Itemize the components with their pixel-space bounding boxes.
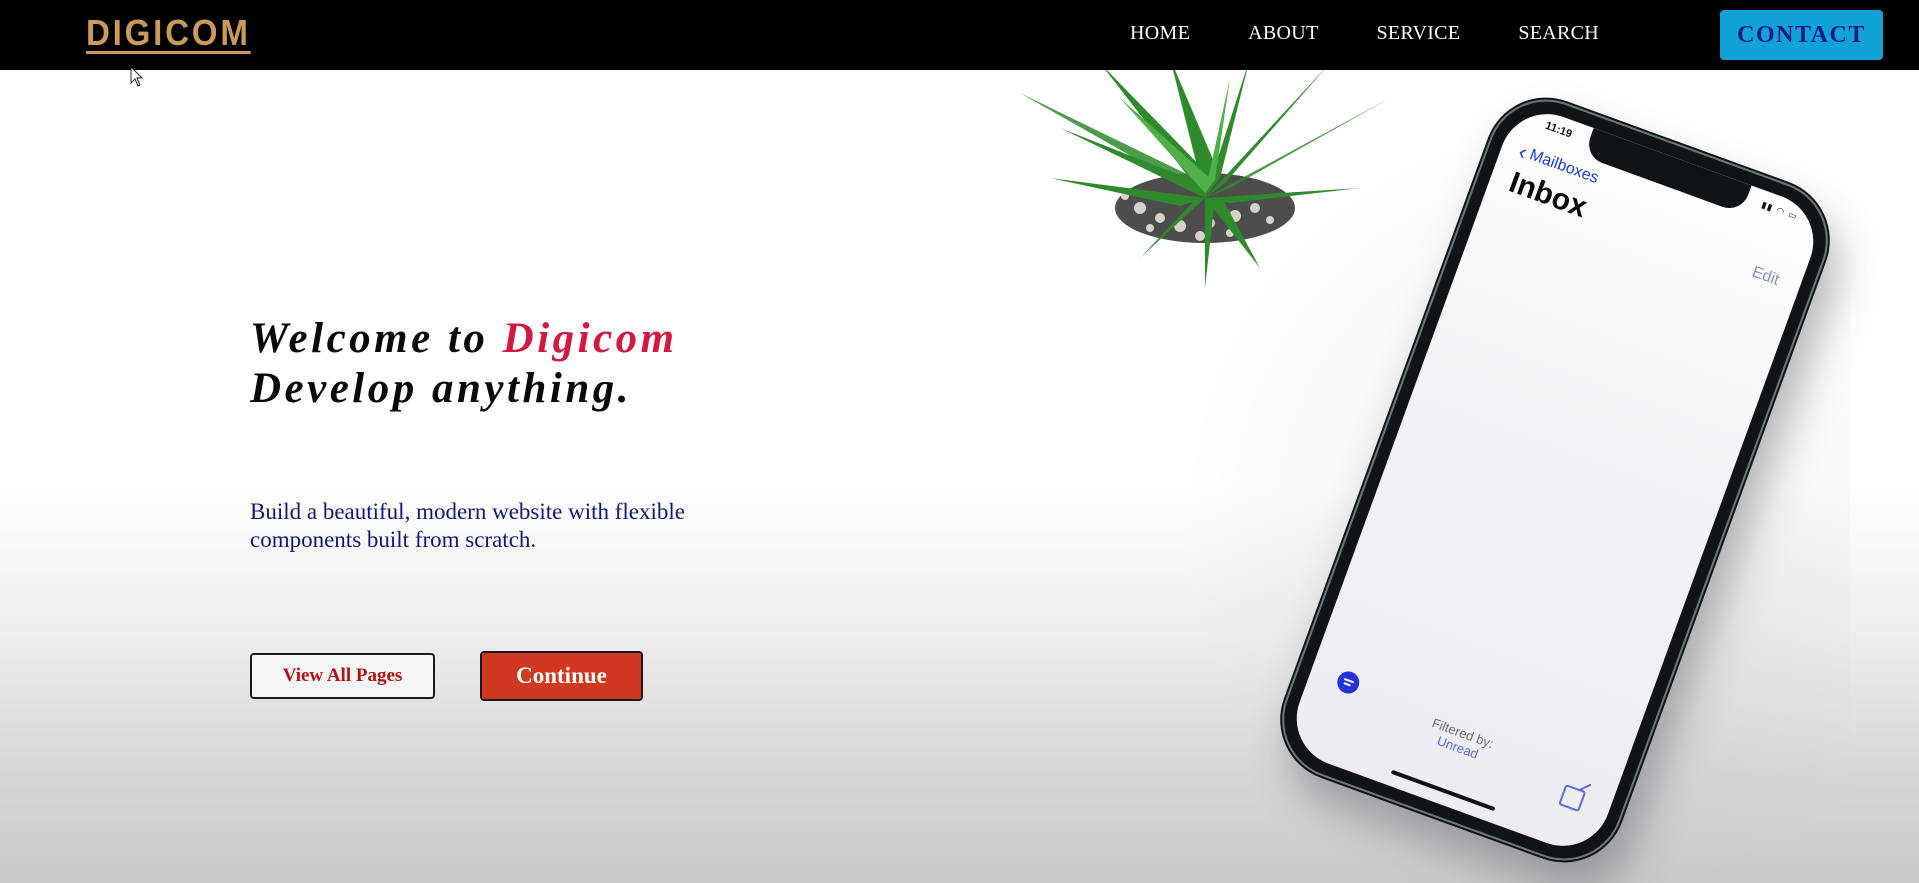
contact-button[interactable]: CONTACT — [1720, 10, 1883, 60]
hero-subtitle: Build a beautiful, modern website with f… — [250, 499, 685, 552]
edit-label: Edit — [1749, 263, 1782, 289]
nav-link-about[interactable]: ABOUT — [1248, 22, 1318, 45]
page: DIGICOM HOME ABOUT SERVICE SEARCH CONTAC… — [0, 0, 1919, 883]
mouse-cursor-icon — [130, 66, 144, 87]
status-icons: ▮▮ ◠ ▭ — [1759, 200, 1799, 223]
logo[interactable]: DIGICOM — [86, 12, 251, 54]
nav-link-search[interactable]: SEARCH — [1518, 22, 1599, 45]
hero-title: Welcome to Digicom Develop anything. — [250, 314, 678, 414]
hero-title-prefix: Welcome to — [250, 315, 503, 362]
chevron-left-icon: ‹ — [1515, 138, 1531, 165]
navbar: DIGICOM HOME ABOUT SERVICE SEARCH CONTAC… — [0, 0, 1919, 70]
hero-title-accent: Digicom — [502, 315, 678, 362]
plant-image — [1020, 58, 1390, 288]
home-indicator — [1390, 769, 1496, 812]
view-all-pages-button[interactable]: View All Pages — [250, 653, 435, 699]
nav-link-service[interactable]: SERVICE — [1376, 22, 1460, 45]
hero-title-line2: Develop anything. — [250, 365, 632, 412]
status-time: 11:19 — [1543, 119, 1574, 141]
nav-link-home[interactable]: HOME — [1130, 22, 1190, 45]
phone-notch — [1583, 128, 1752, 214]
continue-button[interactable]: Continue — [480, 651, 643, 701]
nav-links: HOME ABOUT SERVICE SEARCH — [1130, 22, 1657, 45]
